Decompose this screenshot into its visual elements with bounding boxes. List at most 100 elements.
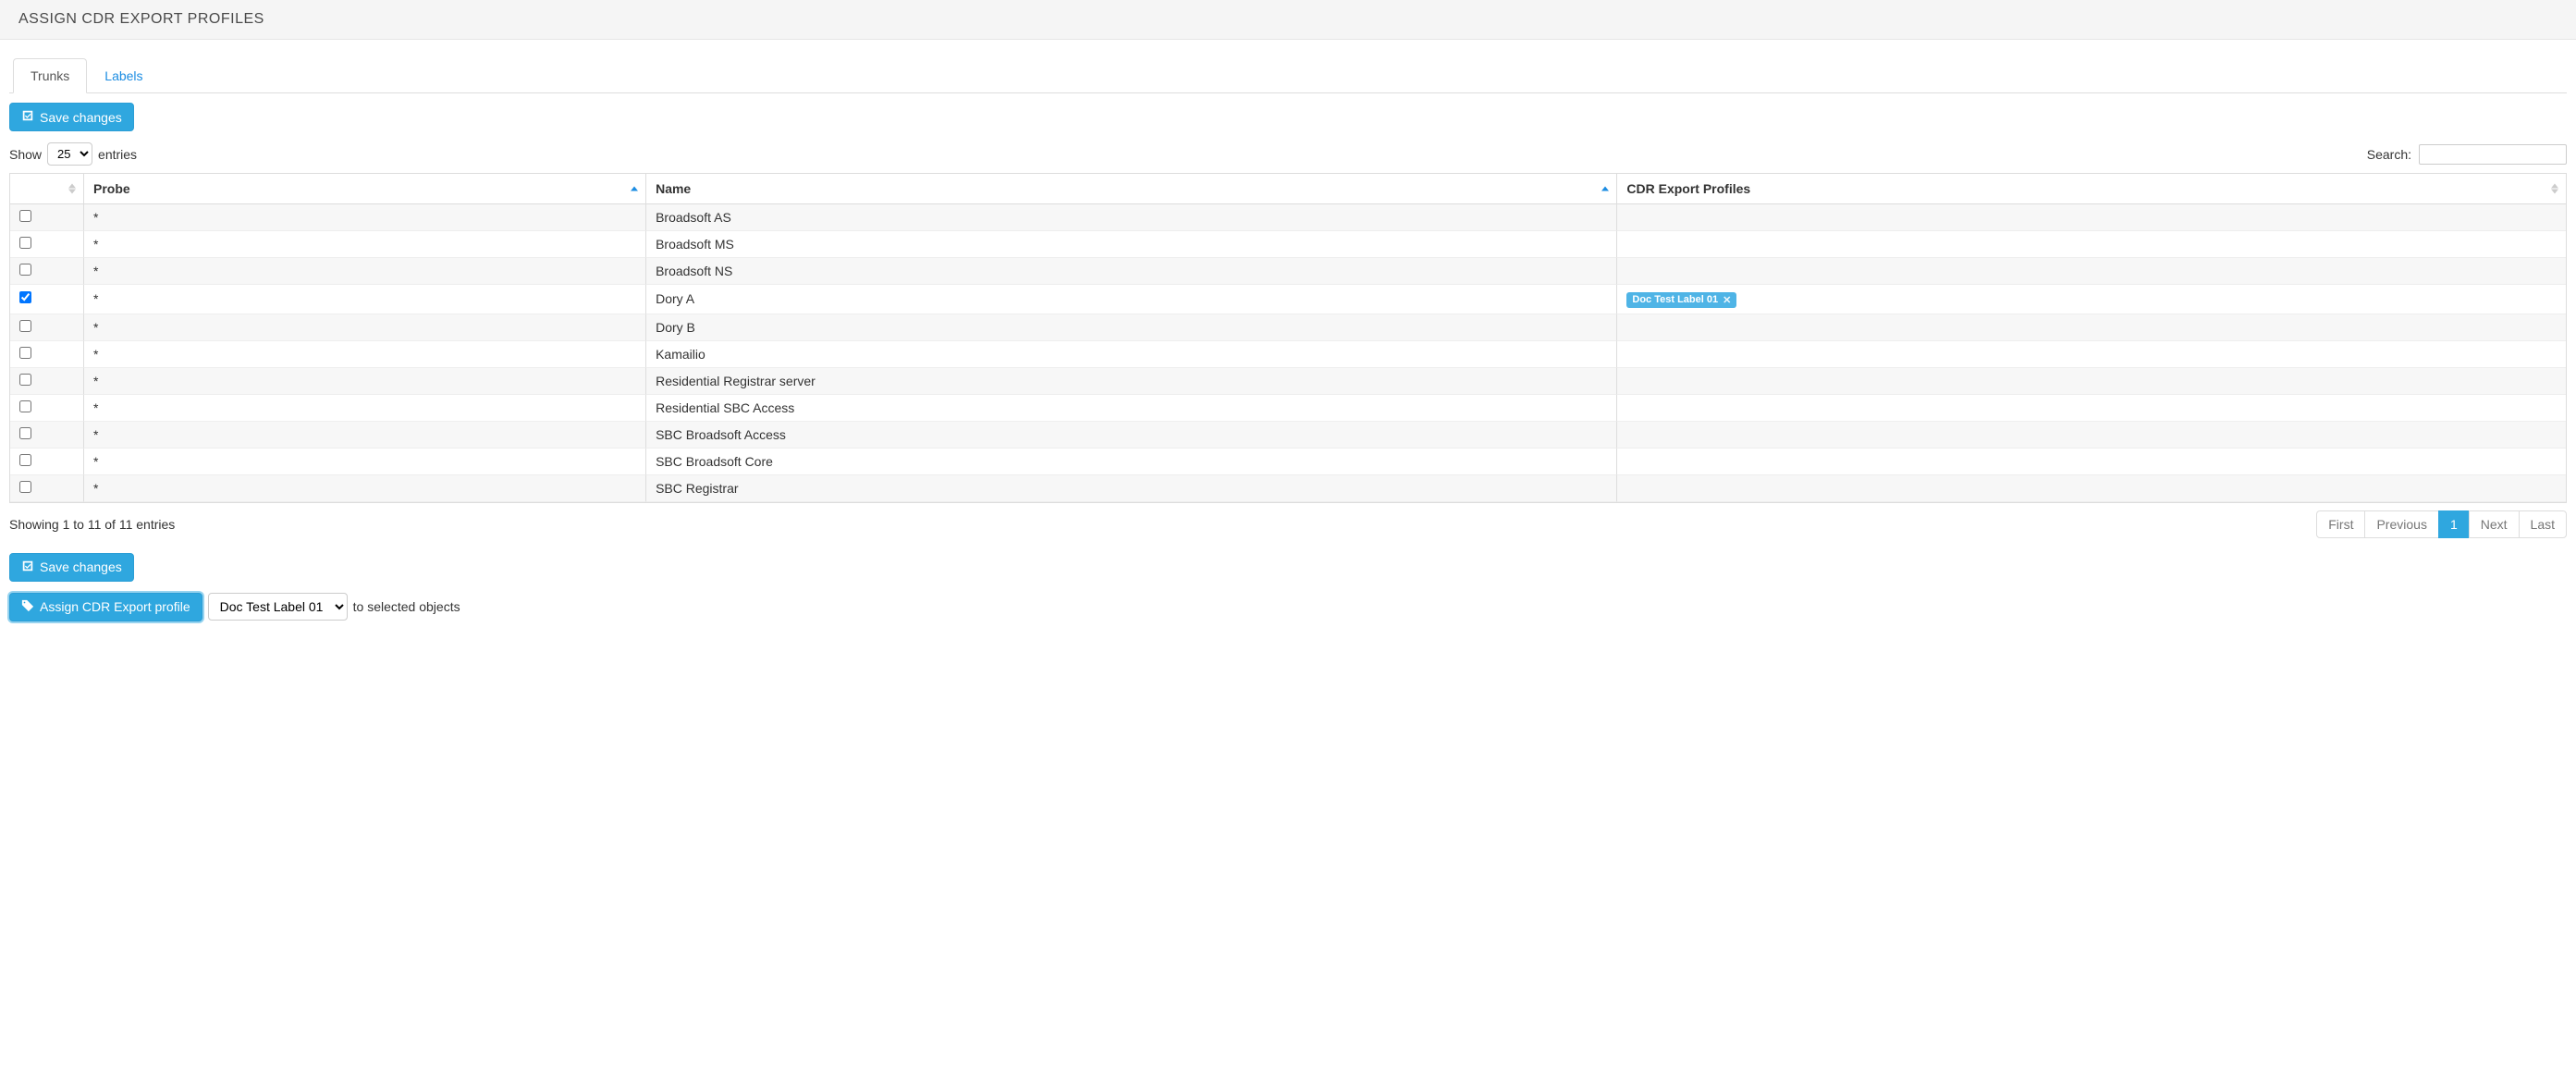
table-info: Showing 1 to 11 of 11 entries xyxy=(9,517,175,532)
cell-probe: * xyxy=(84,258,646,285)
column-header-profiles[interactable]: CDR Export Profiles xyxy=(1617,174,2566,204)
save-changes-button-top[interactable]: Save changes xyxy=(9,103,134,131)
tag-icon xyxy=(21,599,34,615)
search-label: Search: xyxy=(2367,147,2411,162)
row-checkbox[interactable] xyxy=(19,481,31,493)
row-checkbox[interactable] xyxy=(19,374,31,386)
row-checkbox[interactable] xyxy=(19,264,31,276)
cell-profiles xyxy=(1617,204,2566,231)
cell-probe: * xyxy=(84,204,646,231)
table-row: *Residential Registrar server xyxy=(10,368,2566,395)
tab-labels[interactable]: Labels xyxy=(87,58,160,93)
row-checkbox[interactable] xyxy=(19,427,31,439)
cell-name: Broadsoft AS xyxy=(646,204,1617,231)
row-checkbox[interactable] xyxy=(19,210,31,222)
length-select[interactable]: 25 xyxy=(47,142,92,166)
length-entries-label: entries xyxy=(98,147,137,162)
save-changes-button-bottom[interactable]: Save changes xyxy=(9,553,134,582)
cell-name: Broadsoft NS xyxy=(646,258,1617,285)
column-profiles-label: CDR Export Profiles xyxy=(1626,181,1750,196)
cell-name: SBC Broadsoft Access xyxy=(646,422,1617,449)
table-row: *Kamailio xyxy=(10,341,2566,368)
cell-profiles xyxy=(1617,475,2566,502)
profile-label-chip: Doc Test Label 01 ✕ xyxy=(1626,292,1736,308)
cell-probe: * xyxy=(84,285,646,314)
cell-profiles xyxy=(1617,341,2566,368)
table-row: *SBC Registrar xyxy=(10,475,2566,502)
column-probe-label: Probe xyxy=(93,181,130,196)
tabs-container: TrunksLabels xyxy=(9,58,2567,93)
table-row: *Broadsoft NS xyxy=(10,258,2566,285)
cell-probe: * xyxy=(84,231,646,258)
assign-cdr-export-profile-button[interactable]: Assign CDR Export profile xyxy=(9,593,202,621)
column-name-label: Name xyxy=(656,181,691,196)
page-title: ASSIGN CDR EXPORT PROFILES xyxy=(18,11,264,27)
column-header-name[interactable]: Name xyxy=(646,174,1617,204)
check-icon xyxy=(21,559,34,575)
cell-name: Kamailio xyxy=(646,341,1617,368)
cell-name: Dory A xyxy=(646,285,1617,314)
table-row: *SBC Broadsoft Core xyxy=(10,449,2566,475)
sort-down-icon xyxy=(2551,190,2558,194)
cell-profiles xyxy=(1617,231,2566,258)
cell-profiles xyxy=(1617,449,2566,475)
pagination-next[interactable]: Next xyxy=(2470,511,2519,537)
cell-profiles: Doc Test Label 01 ✕ xyxy=(1617,285,2566,314)
pagination-previous[interactable]: Previous xyxy=(2365,511,2437,537)
pagination-page-1[interactable]: 1 xyxy=(2439,511,2469,537)
row-checkbox[interactable] xyxy=(19,237,31,249)
cell-probe: * xyxy=(84,341,646,368)
cell-name: SBC Registrar xyxy=(646,475,1617,502)
profile-label-text: Doc Test Label 01 xyxy=(1632,294,1718,305)
cell-profiles xyxy=(1617,368,2566,395)
remove-label-icon[interactable]: ✕ xyxy=(1723,294,1731,306)
cell-probe: * xyxy=(84,449,646,475)
pagination: First Previous 1 Next Last xyxy=(2317,510,2567,538)
save-changes-label: Save changes xyxy=(40,110,122,125)
save-changes-label: Save changes xyxy=(40,559,122,574)
cell-probe: * xyxy=(84,395,646,422)
check-icon xyxy=(21,109,34,125)
table-row: *Dory B xyxy=(10,314,2566,341)
table-row: *Dory A Doc Test Label 01 ✕ xyxy=(10,285,2566,314)
cell-probe: * xyxy=(84,475,646,502)
cell-profiles xyxy=(1617,258,2566,285)
pagination-last[interactable]: Last xyxy=(2520,511,2566,537)
row-checkbox[interactable] xyxy=(19,320,31,332)
row-checkbox[interactable] xyxy=(19,400,31,412)
length-control: Show 25 entries xyxy=(9,142,137,166)
cell-probe: * xyxy=(84,422,646,449)
sort-up-icon xyxy=(2551,184,2558,189)
page-header: ASSIGN CDR EXPORT PROFILES xyxy=(0,0,2576,40)
cell-profiles xyxy=(1617,422,2566,449)
assign-profile-select[interactable]: Doc Test Label 01 xyxy=(208,593,348,621)
cell-profiles xyxy=(1617,314,2566,341)
tab-trunks[interactable]: Trunks xyxy=(13,58,87,93)
row-checkbox[interactable] xyxy=(19,291,31,303)
table-row: *Residential SBC Access xyxy=(10,395,2566,422)
cell-name: SBC Broadsoft Core xyxy=(646,449,1617,475)
search-input[interactable] xyxy=(2419,144,2567,165)
trunks-table: Probe Name CDR Export Profiles *Broadsof… xyxy=(9,173,2567,503)
cell-profiles xyxy=(1617,395,2566,422)
table-row: *Broadsoft MS xyxy=(10,231,2566,258)
pagination-first[interactable]: First xyxy=(2317,511,2364,537)
cell-name: Residential Registrar server xyxy=(646,368,1617,395)
column-header-checkbox[interactable] xyxy=(10,174,84,204)
sort-down-icon xyxy=(68,190,76,194)
sort-up-icon xyxy=(68,184,76,189)
table-row: *SBC Broadsoft Access xyxy=(10,422,2566,449)
sort-up-icon xyxy=(631,187,638,191)
column-header-probe[interactable]: Probe xyxy=(84,174,646,204)
assign-suffix-label: to selected objects xyxy=(353,599,460,614)
row-checkbox[interactable] xyxy=(19,454,31,466)
cell-name: Broadsoft MS xyxy=(646,231,1617,258)
cell-name: Dory B xyxy=(646,314,1617,341)
assign-profile-label: Assign CDR Export profile xyxy=(40,599,190,614)
cell-probe: * xyxy=(84,314,646,341)
length-show-label: Show xyxy=(9,147,42,162)
table-row: *Broadsoft AS xyxy=(10,204,2566,231)
row-checkbox[interactable] xyxy=(19,347,31,359)
cell-name: Residential SBC Access xyxy=(646,395,1617,422)
cell-probe: * xyxy=(84,368,646,395)
